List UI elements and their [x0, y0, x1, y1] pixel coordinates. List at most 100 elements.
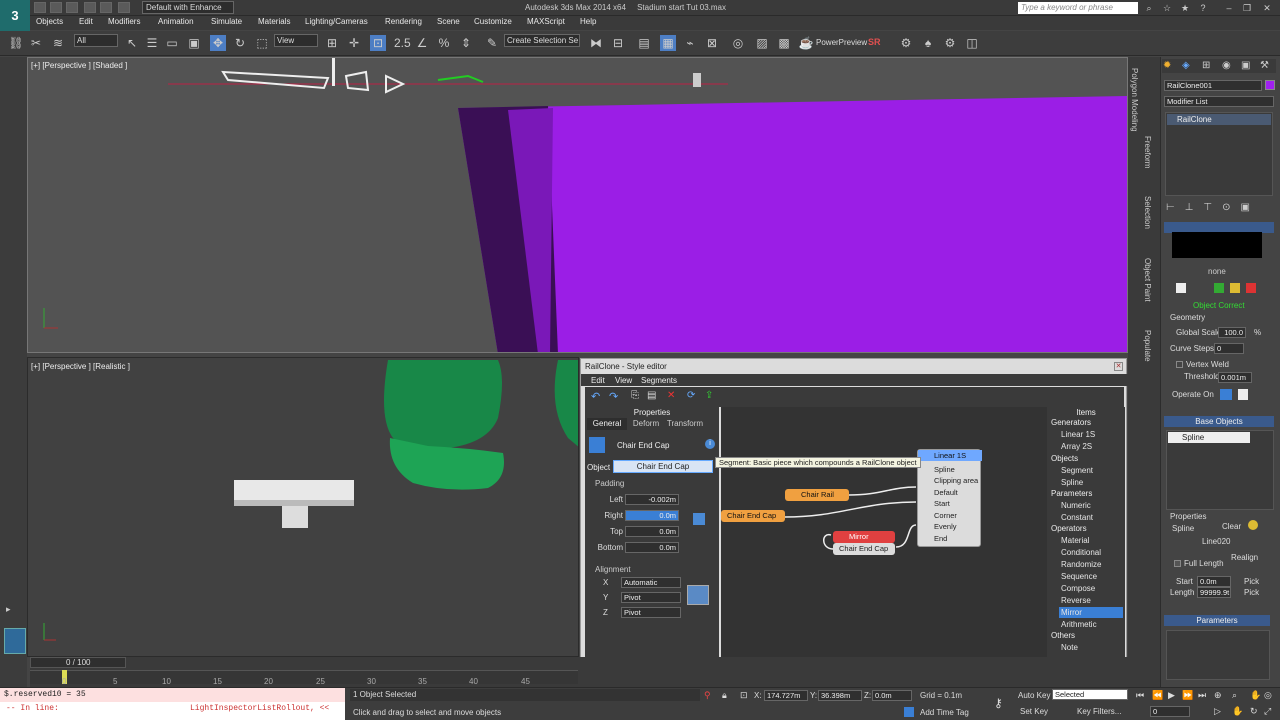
- graphite-ribbon-icon[interactable]: ▦: [660, 35, 676, 51]
- communication-icon[interactable]: ☆: [1160, 2, 1174, 14]
- se-padding-top-field[interactable]: 0.0m: [625, 526, 679, 537]
- chair-end-cap-node[interactable]: Chair End Cap: [721, 510, 785, 522]
- select-manipulate-icon[interactable]: ✛: [346, 35, 362, 51]
- threshold-field[interactable]: 0.001m: [1218, 372, 1252, 383]
- display-tab-icon[interactable]: ▣: [1241, 60, 1250, 71]
- layer-manager-icon[interactable]: ▤: [636, 35, 652, 51]
- prev-frame-icon[interactable]: ⏪: [1152, 690, 1163, 701]
- se-export-icon[interactable]: ⇪: [705, 390, 713, 401]
- menu-rendering[interactable]: Rendering: [385, 17, 422, 26]
- select-scale-icon[interactable]: ⬚: [254, 35, 270, 51]
- style-editor-close-icon[interactable]: ✕: [1114, 362, 1123, 371]
- se-menu-view[interactable]: View: [615, 376, 632, 385]
- zoom-icon[interactable]: ⌕: [1232, 690, 1237, 701]
- mirror-icon[interactable]: ⧓: [588, 35, 604, 51]
- menu-lighting-cameras[interactable]: Lighting/Cameras: [305, 17, 368, 26]
- se-tab-general[interactable]: General: [587, 418, 627, 430]
- y-coord-field[interactable]: 36.398m: [818, 690, 862, 701]
- chair-rail-node[interactable]: Chair Rail: [785, 489, 849, 501]
- menu-help[interactable]: Help: [580, 17, 596, 26]
- menu-materials[interactable]: Materials: [258, 17, 290, 26]
- unlink-icon[interactable]: ✂: [28, 35, 44, 51]
- walkthrough-icon[interactable]: ✋: [1232, 706, 1243, 717]
- start-field[interactable]: 0.0m: [1197, 576, 1231, 587]
- window-crossing-icon[interactable]: ▣: [186, 35, 202, 51]
- parameters-header[interactable]: Parameters: [1164, 615, 1270, 626]
- selection-filter-select[interactable]: All: [74, 34, 118, 47]
- next-frame-icon[interactable]: ⏩: [1182, 690, 1193, 701]
- vertex-weld-checkbox[interactable]: [1176, 361, 1183, 368]
- item-numeric[interactable]: Numeric: [1061, 500, 1091, 511]
- help-icon[interactable]: ?: [1196, 2, 1210, 14]
- minimize-icon[interactable]: –: [1222, 2, 1236, 14]
- key-filters-button[interactable]: Key Filters...: [1077, 707, 1121, 716]
- hierarchy-tab-icon[interactable]: ⊞: [1202, 60, 1210, 71]
- port-spline[interactable]: Spline: [934, 465, 955, 474]
- port-evenly[interactable]: Evenly: [934, 522, 957, 531]
- settings-icon[interactable]: ⚙: [942, 35, 958, 51]
- select-object-icon[interactable]: ↖: [124, 35, 140, 51]
- se-align-y-select[interactable]: Pivot: [621, 592, 681, 603]
- se-delete-icon[interactable]: ✕: [667, 390, 675, 401]
- se-object-field[interactable]: Chair End Cap: [613, 460, 713, 473]
- port-default[interactable]: Default: [934, 488, 958, 497]
- railclone-icon[interactable]: ⚙: [898, 35, 914, 51]
- edit-named-selection-icon[interactable]: ✎: [484, 35, 500, 51]
- se-paste-icon[interactable]: ▤: [647, 390, 656, 401]
- mirror-input-port[interactable]: Chair End Cap: [833, 543, 895, 555]
- key-icon[interactable]: ⚷: [994, 696, 1003, 710]
- menu-simulate[interactable]: Simulate: [211, 17, 242, 26]
- se-padding-right-field[interactable]: 0.0m: [625, 510, 679, 521]
- curve-editor-icon[interactable]: ⌁: [682, 35, 698, 51]
- port-corner[interactable]: Corner: [934, 511, 957, 520]
- menu-maxscript[interactable]: MAXScript: [527, 17, 565, 26]
- port-start[interactable]: Start: [934, 499, 950, 508]
- spinner-snap-icon[interactable]: ⇕: [458, 35, 474, 51]
- style-editor-icon[interactable]: [1176, 283, 1186, 293]
- help-bulb-icon[interactable]: [1248, 520, 1258, 530]
- listener-line-2-left[interactable]: -- In line:: [6, 704, 59, 713]
- se-menu-edit[interactable]: Edit: [591, 376, 605, 385]
- alignment-gizmo-icon[interactable]: [687, 585, 709, 605]
- named-selection-select[interactable]: Create Selection Se: [504, 34, 580, 47]
- length-field[interactable]: 99999.9t: [1197, 587, 1231, 598]
- modifier-list-select[interactable]: Modifier List: [1164, 96, 1274, 107]
- operate-on-toggle-b[interactable]: [1238, 389, 1248, 400]
- curve-steps-field[interactable]: 0: [1214, 343, 1244, 354]
- item-arithmetic[interactable]: Arithmetic: [1061, 619, 1097, 630]
- item-array-2s[interactable]: Array 2S: [1061, 441, 1092, 452]
- menu-objects[interactable]: Objects: [36, 17, 63, 26]
- ribbon-tab-polygon-modeling[interactable]: Polygon Modeling: [1130, 68, 1139, 132]
- zoom-extents-icon[interactable]: ⊕: [1214, 690, 1222, 701]
- viewport-bottom[interactable]: [+] [Perspective ] [Realistic ]: [27, 357, 579, 657]
- create-tab-icon[interactable]: ✹: [1163, 60, 1171, 71]
- start-pick-button[interactable]: Pick: [1244, 577, 1259, 586]
- menu-animation[interactable]: Animation: [158, 17, 194, 26]
- menu-modifiers[interactable]: Modifiers: [108, 17, 140, 26]
- select-by-name-icon[interactable]: ☰: [144, 35, 160, 51]
- current-frame-field[interactable]: 0: [1150, 706, 1190, 717]
- se-menu-segments[interactable]: Segments: [641, 376, 677, 385]
- menu-scene[interactable]: Scene: [437, 17, 460, 26]
- length-pick-button[interactable]: Pick: [1244, 588, 1259, 597]
- orbit-icon[interactable]: ◎: [1264, 690, 1272, 701]
- rendered-frame-icon[interactable]: ▩: [776, 35, 792, 51]
- object-name-field[interactable]: RailClone001: [1164, 80, 1262, 91]
- menu-edit[interactable]: Edit: [79, 17, 93, 26]
- se-copy-icon[interactable]: ⎘: [631, 390, 639, 401]
- workspace-select[interactable]: Default with Enhance: [142, 1, 234, 14]
- snaps-toggle-icon[interactable]: 2.5: [394, 35, 411, 51]
- viewport-layout-icon[interactable]: [4, 628, 26, 654]
- global-scale-field[interactable]: 100.0: [1218, 327, 1246, 338]
- keyboard-shortcut-override-icon[interactable]: ⊡: [370, 35, 386, 51]
- arc-rotate-icon[interactable]: ↻: [1250, 706, 1258, 717]
- tool-icon[interactable]: ◫: [964, 35, 980, 51]
- menu-customize[interactable]: Customize: [474, 17, 512, 26]
- se-tab-deform[interactable]: Deform: [629, 418, 663, 430]
- item-reverse[interactable]: Reverse: [1061, 595, 1091, 606]
- favorites-icon[interactable]: ★: [1178, 2, 1192, 14]
- motion-tab-icon[interactable]: ◉: [1222, 60, 1231, 71]
- forest-icon[interactable]: ♠: [920, 35, 936, 51]
- operate-on-toggle-a[interactable]: [1220, 389, 1232, 400]
- close-icon[interactable]: ✕: [1260, 2, 1274, 14]
